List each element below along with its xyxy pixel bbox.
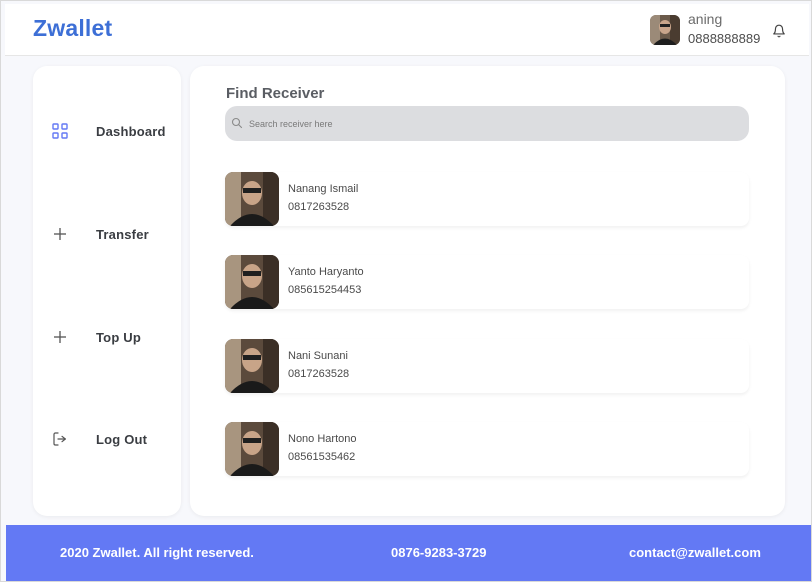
top-header: Zwallet aning 0888888889 (5, 4, 809, 56)
user-name: aning (688, 11, 723, 27)
footer-copyright: 2020 Zwallet. All right reserved. (60, 545, 254, 560)
receiver-avatar (225, 422, 279, 476)
find-receiver-panel: Find Receiver Nanang Ismail 0817263528 (190, 66, 785, 516)
plus-icon (51, 328, 69, 346)
footer-phone: 0876-9283-3729 (391, 545, 487, 560)
user-phone: 0888888889 (688, 31, 761, 46)
receiver-phone: 08561535462 (288, 451, 356, 463)
sidebar-item-transfer[interactable]: Transfer (33, 219, 181, 249)
sidebar: Dashboard Transfer Top Up Log Out (33, 66, 181, 516)
receiver-card[interactable]: Nani Sunani 0817263528 (225, 339, 749, 393)
receiver-name: Nani Sunani (288, 350, 348, 362)
app-logo[interactable]: Zwallet (33, 15, 112, 42)
footer: 2020 Zwallet. All right reserved. 0876-9… (6, 525, 811, 581)
receiver-card[interactable]: Nanang Ismail 0817263528 (225, 172, 749, 226)
receiver-name: Nono Hartono (288, 433, 357, 445)
receiver-name: Yanto Haryanto (288, 266, 364, 278)
grid-icon (51, 122, 69, 140)
sidebar-item-top-up[interactable]: Top Up (33, 322, 181, 352)
sidebar-item-label: Dashboard (96, 123, 166, 139)
receiver-avatar (225, 339, 279, 393)
sidebar-item-label: Transfer (96, 226, 149, 242)
receiver-card[interactable]: Nono Hartono 08561535462 (225, 422, 749, 476)
sidebar-item-label: Top Up (96, 329, 141, 345)
user-avatar[interactable] (650, 15, 680, 45)
receiver-avatar (225, 255, 279, 309)
footer-email[interactable]: contact@zwallet.com (629, 545, 761, 560)
logout-icon (51, 430, 69, 448)
sidebar-item-log-out[interactable]: Log Out (33, 424, 181, 454)
sidebar-item-dashboard[interactable]: Dashboard (33, 116, 181, 146)
receiver-phone: 085615254453 (288, 284, 362, 296)
receiver-avatar (225, 172, 279, 226)
receiver-name: Nanang Ismail (288, 183, 359, 195)
search-bar[interactable] (225, 106, 749, 141)
app-frame: Zwallet aning 0888888889 Dashboard Trans… (0, 0, 812, 582)
page-title: Find Receiver (226, 85, 325, 102)
receiver-card[interactable]: Yanto Haryanto 085615254453 (225, 255, 749, 309)
receiver-phone: 0817263528 (288, 368, 350, 380)
receiver-phone: 0817263528 (288, 201, 350, 213)
search-input[interactable] (249, 114, 729, 134)
bell-icon[interactable] (772, 24, 786, 38)
search-icon (231, 117, 243, 129)
sidebar-item-label: Log Out (96, 431, 148, 447)
plus-icon (51, 225, 69, 243)
